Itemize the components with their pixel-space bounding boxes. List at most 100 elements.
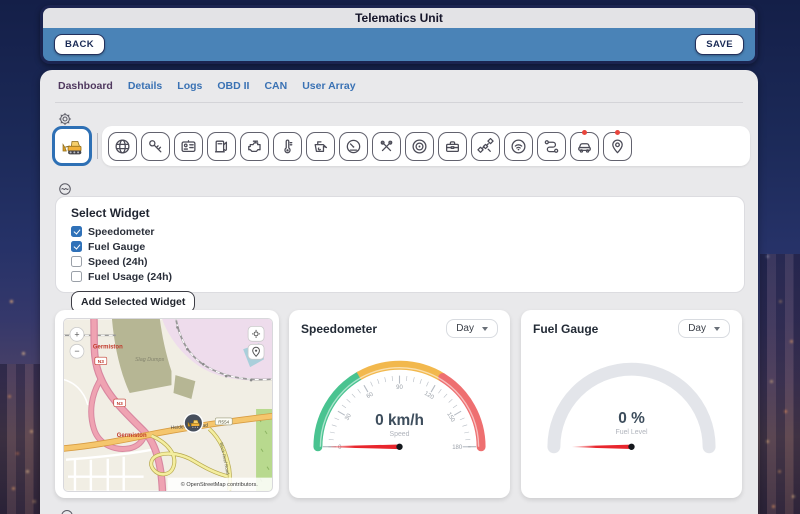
fuel-gauge-title: Fuel Gauge xyxy=(533,321,599,336)
tab-obd2[interactable]: OBD II xyxy=(217,80,249,92)
map-n3-badge-2: N3 xyxy=(113,398,127,407)
background-photo-left xyxy=(0,364,40,514)
speed-value: 0 km/h xyxy=(375,412,424,429)
engine-button[interactable] xyxy=(240,131,269,161)
tab-dashboard[interactable]: Dashboard xyxy=(58,80,113,92)
chevron-down-icon xyxy=(714,326,720,331)
thermometer-icon xyxy=(284,139,293,153)
save-button[interactable]: SAVE xyxy=(695,34,744,55)
widget-gauge-icon xyxy=(58,182,72,196)
map-n3-badge: N3 xyxy=(94,356,108,365)
speedometer-gauge: 0 30 60 90 120 150 180 0 km/h Speed xyxy=(289,344,510,462)
tab-user-array[interactable]: User Array xyxy=(302,80,355,92)
car-icon xyxy=(578,142,591,153)
speedometer-period-select[interactable]: Day xyxy=(446,319,498,338)
map-canvas[interactable]: Germiston N3 N3 Slag Dumps Germiston Hei… xyxy=(63,318,273,492)
brake-disc-icon xyxy=(412,138,427,154)
checkbox-fuel-usage-24h[interactable]: Fuel Usage (24h) xyxy=(71,269,729,284)
fuel-gauge: 0 % Fuel Level xyxy=(521,344,742,462)
id-card-icon xyxy=(181,139,196,152)
checkbox-checked[interactable] xyxy=(71,226,82,237)
toolbar: BACK SAVE xyxy=(43,28,755,61)
map-zoom-in-button[interactable]: + xyxy=(69,326,85,342)
checkbox-speedometer[interactable]: Speedometer xyxy=(71,224,729,239)
select-widget-panel: Select Widget Speedometer Fuel Gauge Spe… xyxy=(55,196,745,313)
svg-text:© OpenStreetMap contributors.: © OpenStreetMap contributors. xyxy=(181,481,259,488)
checkbox-checked[interactable] xyxy=(71,241,82,252)
speedometer-title: Speedometer xyxy=(301,321,378,336)
collapsed-section-icon xyxy=(60,507,74,514)
divider xyxy=(55,102,743,103)
map-vehicle-marker[interactable] xyxy=(183,412,204,433)
dump-truck-icon xyxy=(62,140,82,155)
no-service-icon xyxy=(380,140,393,151)
notification-badge xyxy=(582,129,587,135)
key-button[interactable] xyxy=(141,131,170,161)
gauge-icon xyxy=(346,139,361,153)
map-town-label-2: Germiston xyxy=(117,433,147,439)
fuel-pump-icon xyxy=(214,140,228,152)
oil-can-icon xyxy=(314,140,328,152)
back-button[interactable]: BACK xyxy=(54,34,106,55)
tab-can[interactable]: CAN xyxy=(264,80,287,92)
map-locate-button[interactable] xyxy=(247,343,265,360)
main-panel: Dashboard Details Logs OBD II CAN User A… xyxy=(40,70,758,514)
car-button[interactable] xyxy=(570,129,599,161)
checkbox-speed-24h[interactable]: Speed (24h) xyxy=(71,254,729,269)
svg-text:60: 60 xyxy=(366,391,375,400)
oil-can-button[interactable] xyxy=(306,131,335,161)
divider xyxy=(97,133,98,159)
location-pin-button[interactable] xyxy=(603,129,632,161)
select-widget-title: Select Widget xyxy=(71,206,150,220)
map-zoom-out-button[interactable]: − xyxy=(69,343,85,359)
vehicle-icon-bar xyxy=(52,126,750,166)
fuel-label: Fuel Level xyxy=(615,429,648,436)
map-widget: Germiston N3 N3 Slag Dumps Germiston Hei… xyxy=(55,310,279,498)
svg-text:N3: N3 xyxy=(117,401,123,407)
map-area-label: Slag Dumps xyxy=(135,357,165,363)
app-header: Telematics Unit BACK SAVE xyxy=(40,5,758,64)
speed-label: Speed xyxy=(389,431,409,438)
tab-details[interactable]: Details xyxy=(128,80,162,92)
svg-text:180: 180 xyxy=(452,445,463,451)
svg-text:+: + xyxy=(74,329,79,339)
fuel-gauge-period-select[interactable]: Day xyxy=(678,319,730,338)
wifi-button[interactable] xyxy=(504,131,533,161)
background-photo-right xyxy=(760,254,800,514)
vehicle-icon-strip xyxy=(102,126,750,166)
tab-bar: Dashboard Details Logs OBD II CAN User A… xyxy=(58,80,356,92)
thermometer-button[interactable] xyxy=(273,131,302,161)
app-title: Telematics Unit xyxy=(43,8,755,28)
svg-text:R554: R554 xyxy=(218,419,229,424)
wifi-icon xyxy=(511,138,526,154)
tab-logs[interactable]: Logs xyxy=(177,80,202,92)
fuel-pump-button[interactable] xyxy=(207,131,236,161)
selected-vehicle-button-dump-truck[interactable] xyxy=(52,126,92,166)
checkbox-unchecked[interactable] xyxy=(71,271,82,282)
chevron-down-icon xyxy=(482,326,488,331)
map-r554-badge: R554 xyxy=(214,417,233,426)
gauge-pivot xyxy=(396,443,403,450)
gauge-button[interactable] xyxy=(339,131,368,161)
globe-icon xyxy=(115,138,130,154)
globe-button[interactable] xyxy=(108,131,137,161)
svg-text:0: 0 xyxy=(338,445,342,451)
brake-disc-button[interactable] xyxy=(405,131,434,161)
checkbox-unchecked[interactable] xyxy=(71,256,82,267)
no-service-button[interactable] xyxy=(372,131,401,161)
satellite-button[interactable] xyxy=(471,131,500,161)
checkbox-fuel-gauge[interactable]: Fuel Gauge xyxy=(71,239,729,254)
map-settings-button[interactable] xyxy=(247,325,265,342)
toolbox-button[interactable] xyxy=(438,131,467,161)
map-town-label: Germiston xyxy=(93,344,123,350)
map-attribution: © OpenStreetMap contributors. xyxy=(167,477,272,491)
key-icon xyxy=(149,139,162,152)
fuel-value: 0 % xyxy=(618,410,645,427)
engine-icon xyxy=(248,140,261,152)
id-card-button[interactable] xyxy=(174,131,203,161)
svg-text:−: − xyxy=(74,346,79,356)
route-icon xyxy=(544,139,559,153)
screen: Telematics Unit BACK SAVE Dashboard Deta… xyxy=(0,0,800,514)
gear-icon xyxy=(58,112,72,126)
route-button[interactable] xyxy=(537,131,566,161)
